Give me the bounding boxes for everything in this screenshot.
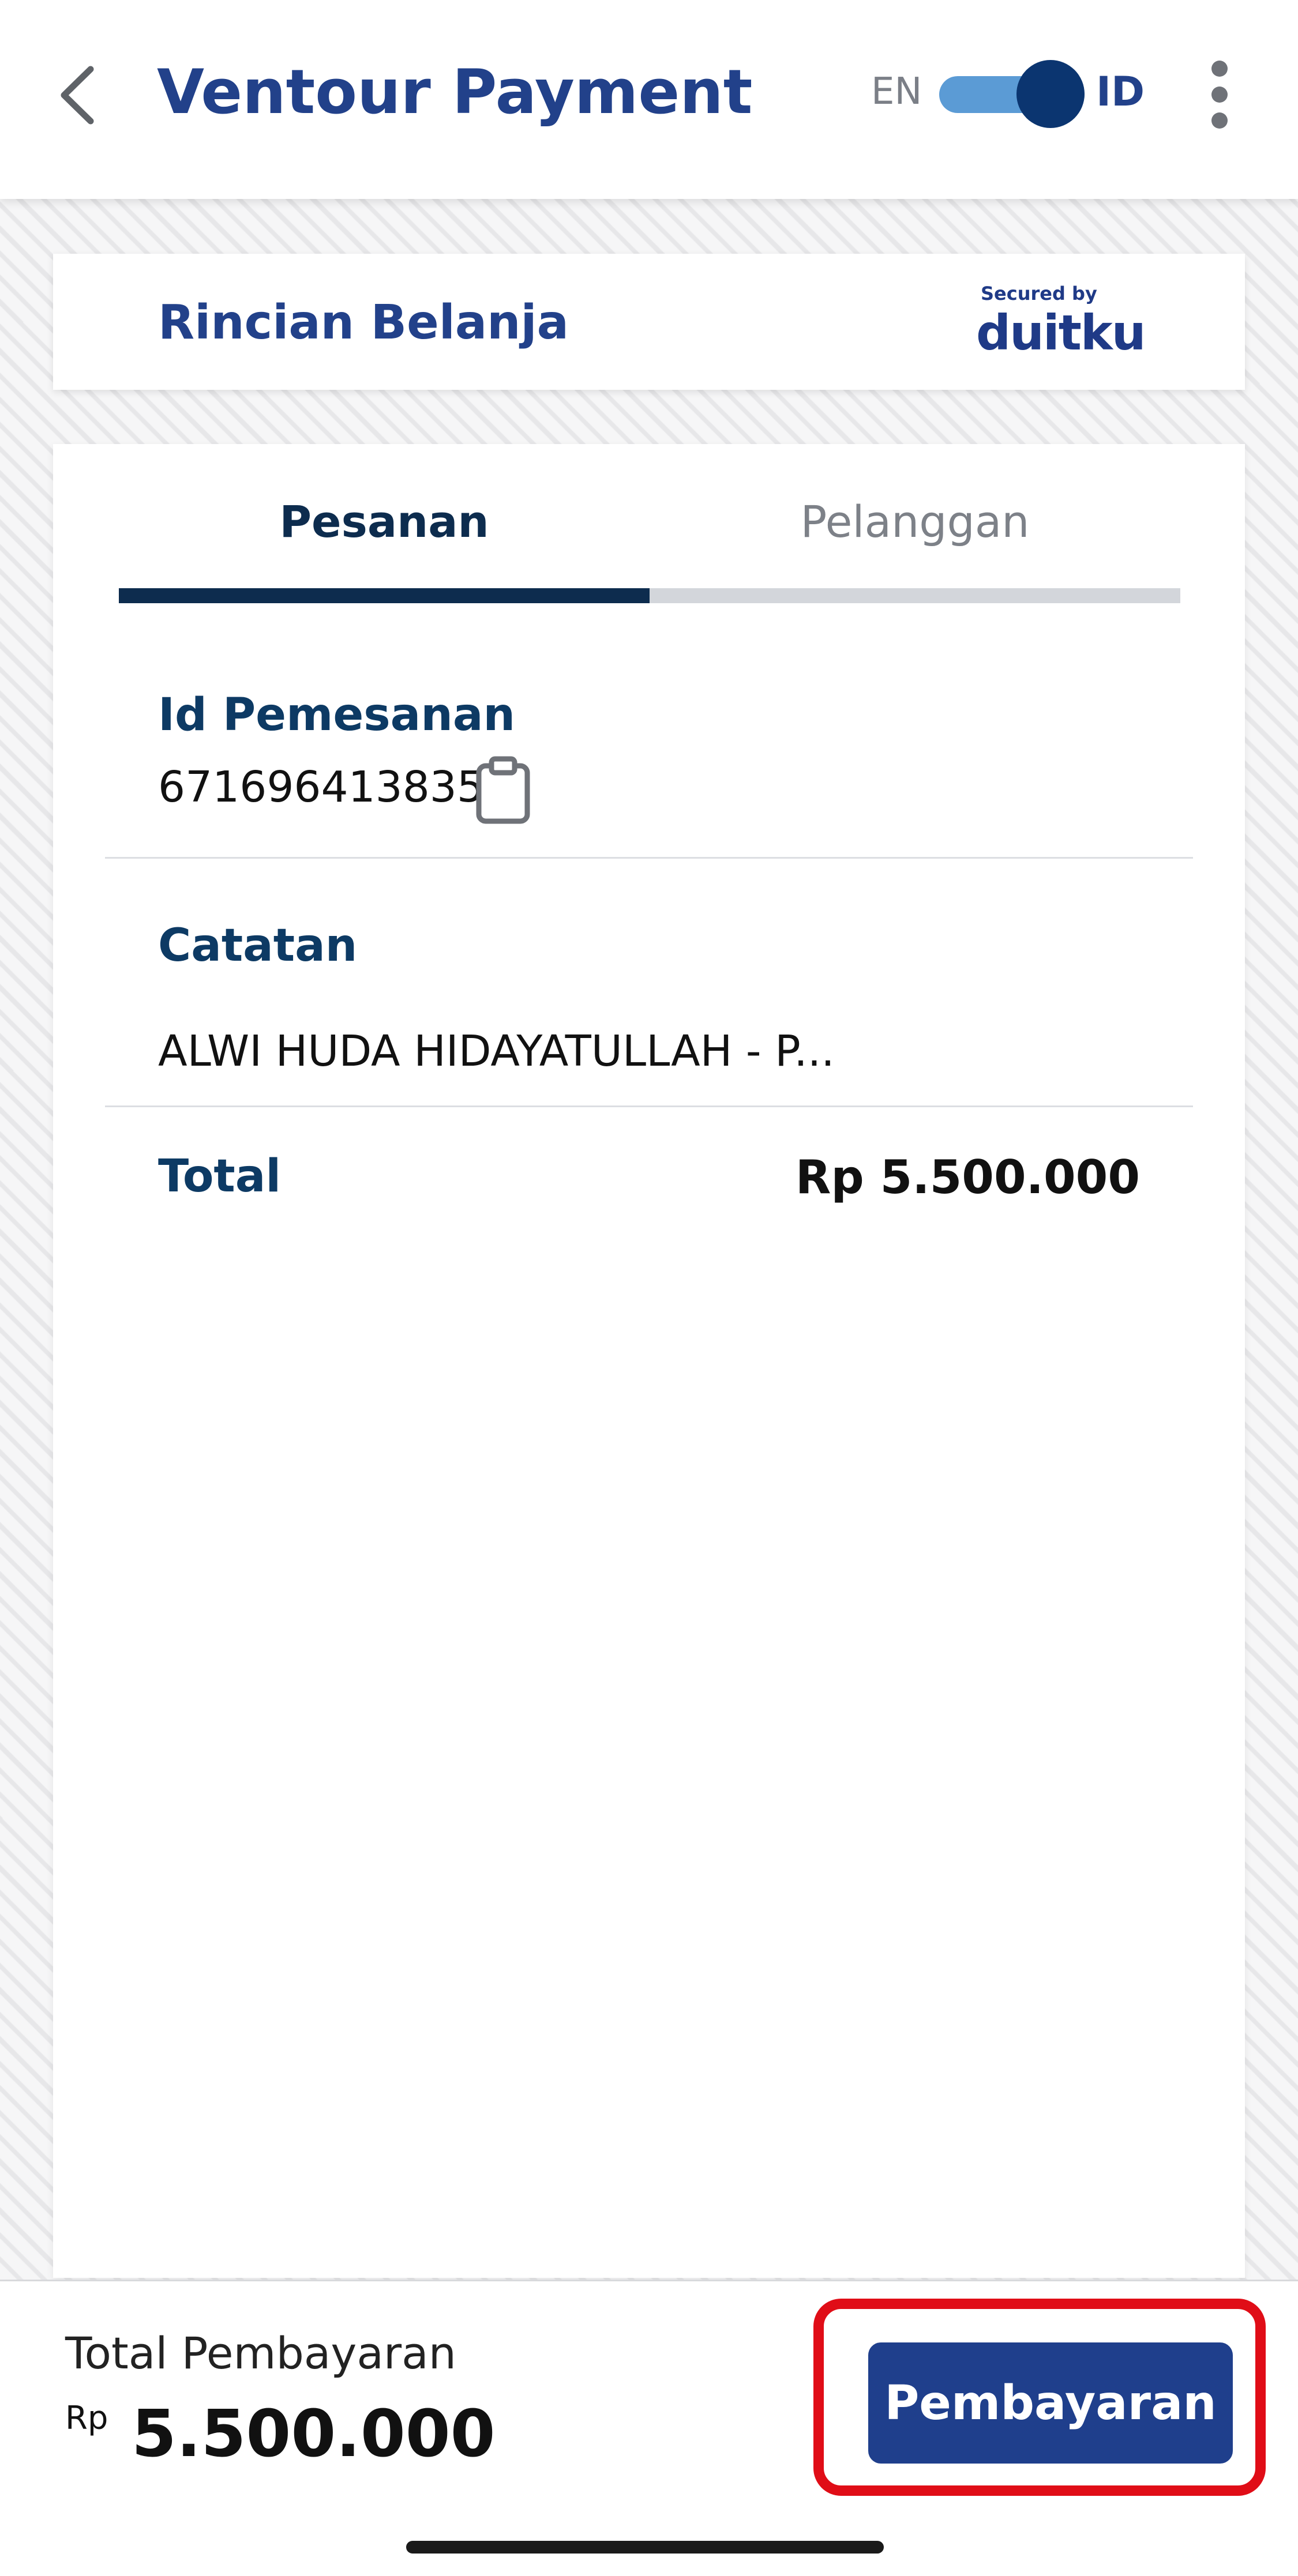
pay-button[interactable]: Pembayaran <box>868 2342 1233 2464</box>
divider <box>105 857 1193 859</box>
total-payment-label: Total Pembayaran <box>65 2327 456 2379</box>
copy-button[interactable] <box>474 755 532 825</box>
language-toggle[interactable] <box>939 60 1085 129</box>
toggle-thumb <box>1016 60 1085 128</box>
tab-pesanan[interactable]: Pesanan <box>119 496 650 547</box>
total-value: Rp 5.500.000 <box>795 1150 1140 1204</box>
note-label: Catatan <box>158 920 358 972</box>
tab-pelanggan[interactable]: Pelanggan <box>650 496 1180 547</box>
order-id-label: Id Pemesanan <box>158 689 516 741</box>
chevron-left-icon <box>61 66 94 125</box>
secured-by-label: Secured by <box>981 283 1097 304</box>
more-vert-icon <box>1211 61 1228 77</box>
payment-footer: Total Pembayaran Rp 5.500.000 Pembayaran <box>0 2280 1298 2576</box>
payment-amount: 5.500.000 <box>132 2397 496 2472</box>
order-id-value: 671696413835 <box>158 762 484 812</box>
language-en-label[interactable]: EN <box>871 70 922 113</box>
home-indicator[interactable] <box>406 2541 884 2554</box>
summary-title: Rincian Belanja <box>158 295 569 350</box>
note-value: ALWI HUDA HIDAYATULLAH - P... <box>158 1026 835 1076</box>
duitku-logo: duitku <box>976 304 1146 361</box>
divider <box>105 1105 1193 1107</box>
order-details-card: Pesanan Pelanggan Id Pemesanan 671696413… <box>53 444 1245 2278</box>
more-vert-icon-dot <box>1211 87 1228 103</box>
clipboard-icon <box>476 756 530 824</box>
tab-indicator-active <box>119 588 650 603</box>
total-label: Total <box>158 1150 282 1202</box>
page-title: Ventour Payment <box>157 57 753 127</box>
language-id-label[interactable]: ID <box>1096 68 1145 115</box>
back-button[interactable] <box>55 63 101 127</box>
app-header: Ventour Payment EN ID <box>0 0 1298 199</box>
payment-currency: Rp <box>65 2400 108 2437</box>
more-vert-icon-dot <box>1211 112 1228 129</box>
order-summary-card: Rincian Belanja Secured by duitku <box>53 254 1245 390</box>
more-options-button[interactable] <box>1203 61 1237 129</box>
